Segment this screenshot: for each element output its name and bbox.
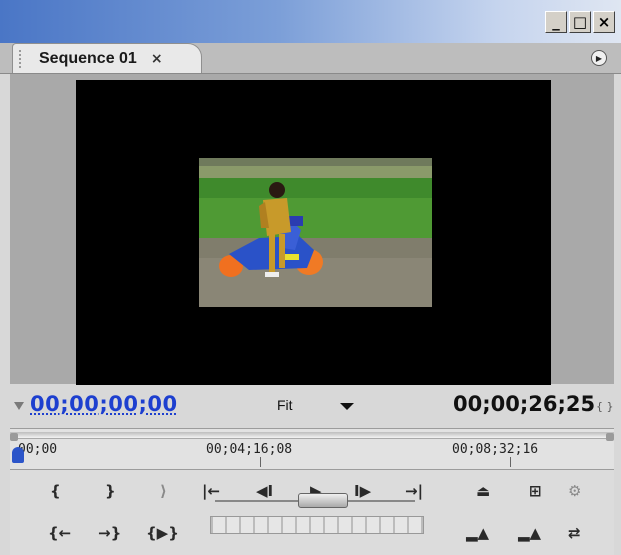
zoom-handle-left[interactable] [10, 433, 18, 441]
maximize-button[interactable]: □ [569, 11, 591, 33]
collapse-triangle-icon[interactable] [14, 402, 24, 410]
zoom-select[interactable]: Fit [277, 397, 293, 413]
tab-label: Sequence 01 [39, 49, 137, 67]
step-back-button[interactable]: ◀I [256, 482, 273, 500]
tab-grip-icon[interactable] [19, 49, 25, 68]
go-to-previous-edit-button[interactable]: {← [48, 524, 71, 542]
lift-button[interactable]: ⏏ [476, 482, 490, 500]
zoom-handle-right[interactable] [606, 433, 614, 441]
ruler-label-end: 00;08;32;16 [452, 442, 539, 457]
zoom-dropdown-arrow-icon[interactable] [340, 403, 354, 410]
lift-edit-button[interactable]: ▂▲ [466, 524, 489, 542]
minimize-button[interactable]: _ [545, 11, 567, 33]
duration-timecode: 00;00;26;25 [453, 392, 596, 416]
mark-out-button[interactable]: } [105, 482, 116, 500]
video-frame-image [199, 158, 432, 307]
window-title-bar: _ □ × [0, 0, 621, 43]
trim-button[interactable]: ⇄ [568, 524, 581, 542]
jog-wheel[interactable] [210, 516, 424, 534]
go-to-out-point-button[interactable]: →| [405, 482, 423, 500]
extract-button[interactable]: ▂▲ [518, 524, 541, 542]
play-in-to-out-button[interactable]: {▶} [146, 524, 179, 542]
ruler-tick [260, 457, 261, 467]
step-forward-button[interactable]: I▶ [354, 482, 371, 500]
video-frame [199, 158, 432, 307]
tab-close-button[interactable]: × [151, 51, 163, 67]
zoom-scroll-bar[interactable] [10, 432, 614, 441]
panel-menu-icon[interactable]: ▶ [591, 50, 607, 66]
playhead-marker[interactable] [12, 447, 24, 463]
ruler-tick [510, 457, 511, 467]
duration-bracket-icon: { } [596, 400, 614, 413]
timecode-row: 00;00;00;00 Fit 00;00;26;25 { } [0, 390, 621, 424]
ruler-label-mid: 00;04;16;08 [206, 442, 293, 457]
panel-tab-strip: Sequence 01 × [0, 43, 621, 74]
go-to-next-edit-button[interactable]: →} [98, 524, 121, 542]
safe-margins-button[interactable]: ⊞ [529, 482, 542, 500]
current-timecode[interactable]: 00;00;00;00 [30, 392, 178, 416]
output-settings-button[interactable]: ⚙ [568, 482, 581, 500]
set-marker-button[interactable]: ⟩ [160, 482, 167, 500]
go-to-in-point-button[interactable]: |← [202, 482, 220, 500]
mark-in-button[interactable]: { [50, 482, 61, 500]
close-window-button[interactable]: × [593, 11, 615, 33]
transport-controls: { } ⟩ |← ◀I ▶ I▶ →| ⏏ ⊞ ⚙ {← →} {▶} ▂▲ ▂… [10, 470, 614, 555]
shuttle-slider[interactable] [298, 493, 348, 508]
time-ruler[interactable]: 00;00 00;04;16;08 00;08;32;16 [10, 428, 614, 470]
tab-sequence-01[interactable]: Sequence 01 × [12, 43, 202, 73]
